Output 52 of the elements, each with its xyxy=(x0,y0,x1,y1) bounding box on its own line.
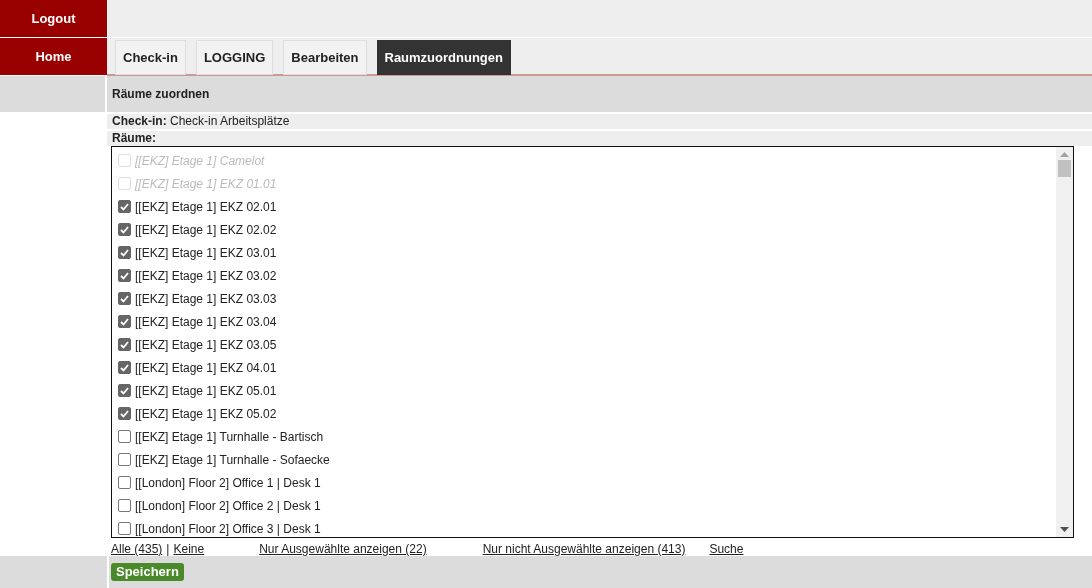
tab[interactable]: Check-in xyxy=(115,40,186,75)
checkbox[interactable] xyxy=(118,453,131,466)
logout-button[interactable]: Logout xyxy=(0,0,107,38)
checkbox[interactable] xyxy=(118,292,131,305)
room-label: [[EKZ] Etage 1] EKZ 03.03 xyxy=(135,290,277,308)
link[interactable]: Nur Ausgewählte anzeigen (22) xyxy=(259,540,427,555)
checkbox[interactable] xyxy=(118,269,131,282)
room-label: [[EKZ] Etage 1] EKZ 04.01 xyxy=(135,359,277,377)
room-label: [[EKZ] Etage 1] Camelot xyxy=(135,152,265,170)
scroll-thumb[interactable] xyxy=(1058,160,1071,177)
checkbox[interactable] xyxy=(118,315,131,328)
scroll-down-icon[interactable] xyxy=(1060,526,1069,532)
room-label: [[EKZ] Etage 1] EKZ 05.02 xyxy=(135,405,277,423)
checkbox[interactable] xyxy=(118,200,131,213)
checkbox[interactable] xyxy=(118,522,131,535)
link[interactable]: Alle (435) xyxy=(111,540,163,555)
room-label: [[EKZ] Etage 1] EKZ 03.04 xyxy=(135,313,277,331)
room-label: [[London] Floor 2] Office 2 | Desk 1 xyxy=(135,497,321,515)
room-label: [[London] Floor 2] Office 1 | Desk 1 xyxy=(135,474,321,492)
room-label: [[EKZ] Etage 1] EKZ 03.05 xyxy=(135,336,277,354)
tab[interactable]: LOGGING xyxy=(195,40,274,75)
section-header: Räume zuordnen xyxy=(107,76,1092,112)
tab[interactable]: Bearbeiten xyxy=(283,40,367,75)
home-button[interactable]: Home xyxy=(0,38,107,76)
checkbox[interactable] xyxy=(118,246,131,259)
checkbox[interactable] xyxy=(118,384,131,397)
checkbox[interactable] xyxy=(118,430,131,443)
room-label: [[London] Floor 2] Office 3 | Desk 1 xyxy=(135,520,321,537)
tab[interactable]: Raumzuordnungen xyxy=(376,40,511,75)
link[interactable]: Keine xyxy=(173,540,205,555)
room-label: [[EKZ] Etage 1] EKZ 03.01 xyxy=(135,244,277,262)
room-label: [[EKZ] Etage 1] EKZ 01.01 xyxy=(135,175,277,193)
checkin-label: Check-in: xyxy=(112,114,167,128)
checkbox[interactable] xyxy=(118,407,131,420)
room-label: [[EKZ] Etage 1] EKZ 02.02 xyxy=(135,221,277,239)
room-label: [[EKZ] Etage 1] EKZ 02.01 xyxy=(135,198,277,216)
scrollbar[interactable] xyxy=(1056,147,1073,537)
checkbox[interactable] xyxy=(118,338,131,351)
checkbox[interactable] xyxy=(118,223,131,236)
room-label: [[EKZ] Etage 1] Turnhalle - Bartisch xyxy=(135,428,324,446)
checkbox[interactable] xyxy=(118,499,131,512)
room-label: [[EKZ] Etage 1] EKZ 03.02 xyxy=(135,267,277,285)
rooms-label: Räume: xyxy=(112,131,156,145)
link[interactable]: Suche xyxy=(709,540,744,555)
room-label: [[EKZ] Etage 1] Turnhalle - Sofaecke xyxy=(135,451,330,469)
save-button[interactable]: Speichern xyxy=(111,563,184,581)
link[interactable]: Nur nicht Ausgewählte anzeigen (413) xyxy=(482,540,686,555)
separator: | xyxy=(166,541,170,555)
room-label: [[EKZ] Etage 1] EKZ 05.01 xyxy=(135,382,277,400)
checkbox[interactable] xyxy=(118,476,131,489)
checkin-value: Check-in Arbeitsplätze xyxy=(170,114,290,128)
checkbox[interactable] xyxy=(118,361,131,374)
